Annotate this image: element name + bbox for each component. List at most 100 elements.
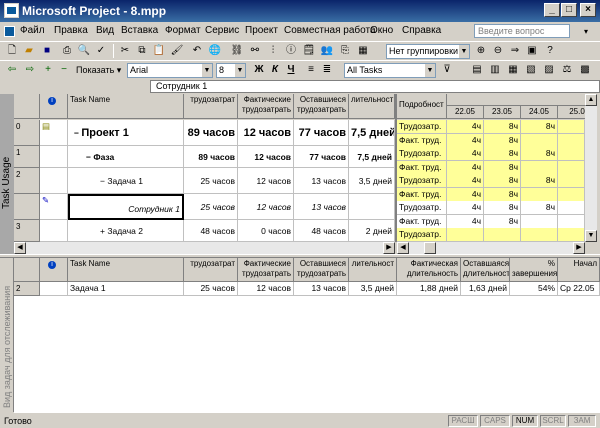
timephased-cell[interactable]: 4ч bbox=[447, 187, 484, 202]
minimize-button[interactable]: _ bbox=[544, 3, 560, 17]
task-name-cell[interactable]: − Фаза bbox=[68, 146, 184, 168]
arrow-right-icon[interactable]: ⇨ bbox=[23, 63, 37, 77]
row-number[interactable]: 3 bbox=[14, 220, 40, 242]
timephased-cell[interactable]: 4ч bbox=[447, 147, 484, 161]
task-name-cell[interactable]: − Задача 1 bbox=[68, 168, 184, 194]
work-cell[interactable]: 25 часов bbox=[184, 194, 238, 220]
row-number[interactable]: 0 bbox=[14, 120, 40, 146]
remaining-work-cell[interactable]: 77 часов bbox=[294, 120, 349, 146]
task-name-header[interactable]: Task Name bbox=[68, 258, 184, 282]
menu-help[interactable]: Справка bbox=[402, 25, 441, 36]
zoom-in-icon[interactable]: ⊕ bbox=[474, 44, 488, 58]
split-task-icon[interactable]: ⫶ bbox=[266, 44, 280, 58]
work-cell[interactable]: 48 часов bbox=[184, 220, 238, 242]
menu-window[interactable]: Окно bbox=[370, 25, 393, 36]
work-cell[interactable]: 89 часов bbox=[184, 120, 238, 146]
doc-icon[interactable] bbox=[4, 26, 15, 37]
duration-cell[interactable]: 3,5 дней bbox=[349, 282, 397, 296]
work-cell[interactable]: 25 часов bbox=[184, 282, 238, 296]
remaining-work-cell[interactable]: 13 часов bbox=[294, 168, 349, 194]
timephased-cell[interactable]: 8ч bbox=[484, 187, 521, 202]
timephased-cell[interactable] bbox=[558, 228, 585, 242]
goto-task-icon[interactable]: ⇒ bbox=[508, 44, 522, 58]
actual-duration-header[interactable]: Фактическая длительность bbox=[397, 258, 461, 282]
actual-work-cell[interactable]: 12 часов bbox=[238, 168, 294, 194]
font-select[interactable]: Arial ▼ bbox=[127, 63, 213, 78]
row-number[interactable]: 2 bbox=[14, 282, 40, 296]
timephased-cell[interactable]: 8ч bbox=[484, 120, 521, 134]
row-number[interactable]: 2 bbox=[14, 168, 40, 194]
duration-header[interactable]: лительност bbox=[349, 258, 397, 282]
grid-icon[interactable]: ▦ bbox=[506, 63, 520, 77]
detail-label[interactable]: Трудозатр. bbox=[397, 174, 447, 188]
row-number[interactable] bbox=[14, 194, 40, 220]
start-header[interactable]: Начал bbox=[558, 258, 600, 282]
timephased-cell[interactable] bbox=[484, 228, 521, 242]
remaining-duration-cell[interactable]: 1,63 дней bbox=[461, 282, 510, 296]
timephased-cell[interactable]: 8ч bbox=[484, 160, 521, 175]
copy-picture-icon[interactable]: ▦ bbox=[356, 44, 370, 58]
notes-icon[interactable]: 🗒 bbox=[302, 44, 316, 58]
bold-button[interactable]: Ж bbox=[252, 63, 266, 77]
menu-project[interactable]: Проект bbox=[245, 25, 278, 36]
scroll-right-button[interactable]: ▶ bbox=[383, 242, 395, 254]
zoom-out-icon[interactable]: ⊖ bbox=[491, 44, 505, 58]
scroll-up-button[interactable]: ▲ bbox=[585, 94, 597, 106]
paste-icon[interactable]: 📋 bbox=[152, 44, 166, 58]
scroll-thumb[interactable] bbox=[424, 242, 436, 254]
menu-format[interactable]: Формат bbox=[165, 25, 201, 36]
detail-label[interactable]: Факт. труд. bbox=[397, 160, 447, 175]
indicator-cell[interactable]: ▤ bbox=[40, 120, 68, 146]
help-search-input[interactable]: Введите вопрос bbox=[474, 24, 570, 38]
filter-select[interactable]: All Tasks ▼ bbox=[344, 63, 436, 78]
vscrollbar[interactable] bbox=[585, 94, 597, 242]
timephased-cell[interactable]: 4ч bbox=[447, 120, 484, 134]
hyperlink-icon[interactable]: 🌐 bbox=[208, 44, 222, 58]
gantt-wizard-icon[interactable]: ▤ bbox=[470, 63, 484, 77]
close-button[interactable]: × bbox=[580, 3, 596, 17]
network-icon[interactable]: ▨ bbox=[542, 63, 556, 77]
task-info-icon[interactable]: ⓘ bbox=[284, 44, 298, 58]
work-cell[interactable]: 89 часов bbox=[184, 146, 238, 168]
autofilter-icon[interactable]: ⊽ bbox=[440, 63, 454, 77]
table-icon[interactable]: ▥ bbox=[488, 63, 502, 77]
resource-icon[interactable]: ▩ bbox=[578, 63, 592, 77]
format-painter-icon[interactable]: 🖌 bbox=[170, 44, 184, 58]
bottom-view-bar[interactable]: Вид задач для отслеживания bbox=[0, 258, 14, 412]
duration-cell[interactable]: 3,5 дней bbox=[349, 168, 395, 194]
duration-cell[interactable]: 7,5 дней bbox=[349, 146, 395, 168]
remaining-work-header[interactable]: Оставшиеся трудозатрать bbox=[294, 258, 349, 282]
work-header[interactable]: трудозатрат bbox=[184, 258, 238, 282]
balance-icon[interactable]: ⚖ bbox=[560, 63, 574, 77]
save-icon[interactable]: ■ bbox=[40, 44, 54, 58]
assign-resources-icon[interactable]: 👥 bbox=[320, 44, 334, 58]
publish-icon[interactable]: ⎘ bbox=[338, 44, 352, 58]
task-name-cell[interactable]: Сотрудник 1 bbox=[68, 194, 184, 220]
arrow-left-icon[interactable]: ⇦ bbox=[5, 63, 19, 77]
plus-icon[interactable]: + bbox=[41, 63, 55, 77]
scroll-right-button[interactable]: ▶ bbox=[573, 242, 585, 254]
timephased-cell[interactable]: 4ч bbox=[447, 133, 484, 148]
timephased-cell[interactable]: 8ч bbox=[521, 120, 558, 134]
timephased-cell[interactable] bbox=[558, 201, 585, 215]
font-size-select[interactable]: 8 ▼ bbox=[216, 63, 246, 78]
timephased-cell[interactable]: 4ч bbox=[447, 214, 484, 229]
detail-label[interactable]: Факт. труд. bbox=[397, 214, 447, 229]
menu-insert[interactable]: Вставка bbox=[121, 25, 158, 36]
open-icon[interactable]: ▰ bbox=[22, 44, 36, 58]
scroll-down-button[interactable]: ▼ bbox=[585, 230, 597, 242]
cut-icon[interactable]: ✂ bbox=[118, 44, 132, 58]
timephased-cell[interactable] bbox=[521, 133, 558, 148]
underline-button[interactable]: Ч bbox=[284, 63, 298, 77]
remaining-work-header[interactable]: Оставшиеся трудозатрать bbox=[294, 94, 349, 119]
left-hscrollbar[interactable] bbox=[14, 242, 395, 254]
indicator-cell[interactable] bbox=[40, 220, 68, 242]
detail-label[interactable]: Трудозатр. bbox=[397, 147, 447, 161]
task-name-cell[interactable]: Задача 1 bbox=[68, 282, 184, 296]
detail-label[interactable]: Трудозатр. bbox=[397, 201, 447, 215]
timephased-cell[interactable] bbox=[521, 228, 558, 242]
spell-icon[interactable]: ✓ bbox=[94, 44, 108, 58]
duration-header[interactable]: лительност bbox=[349, 94, 395, 119]
indicator-cell[interactable] bbox=[40, 168, 68, 194]
timephased-cell[interactable] bbox=[447, 228, 484, 242]
